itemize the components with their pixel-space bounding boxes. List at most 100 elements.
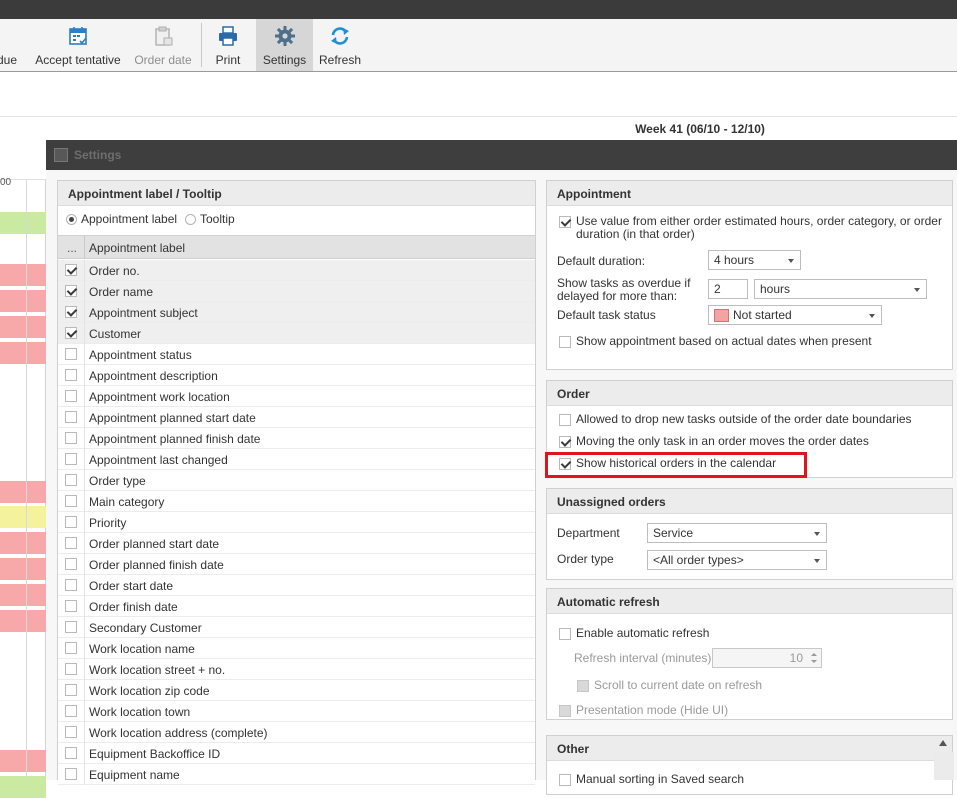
label-row-checkbox[interactable] [65,537,77,549]
label-grid-row[interactable]: Work location zip code [58,680,535,701]
department-dropdown[interactable]: Service [647,523,827,543]
label-grid-row[interactable]: Appointment description [58,365,535,386]
order-date-button[interactable]: Order date [130,19,196,71]
label-row-checkbox[interactable] [65,684,77,696]
use-value-checkbox[interactable] [559,216,571,228]
accept-tentative-button[interactable]: Accept tentative [30,19,126,71]
scrollbar-track[interactable] [934,752,954,780]
calendar-grid[interactable]: 00 [0,140,46,798]
spin-down-icon[interactable] [811,660,817,663]
label-grid-row[interactable]: Equipment name [58,764,535,785]
label-grid-row[interactable]: Work location name [58,638,535,659]
label-column-header[interactable]: Appointment label [89,241,185,255]
label-row-checkbox[interactable] [65,432,77,444]
allow-drop-checkbox[interactable] [559,414,571,426]
label-row-checkbox[interactable] [65,621,77,633]
cell-separator [84,617,85,638]
label-grid-row[interactable]: Main category [58,491,535,512]
label-grid-row[interactable]: Appointment last changed [58,449,535,470]
refresh-interval-spinner[interactable]: 10 [712,648,822,668]
calendar-appointment[interactable] [0,776,46,798]
label-row-checkbox[interactable] [65,369,77,381]
column-chooser-button[interactable]: ... [67,241,77,255]
label-row-checkbox[interactable] [65,558,77,570]
label-grid-row[interactable]: Secondary Customer [58,617,535,638]
calendar-appointment[interactable] [0,290,46,312]
label-grid-row[interactable]: Order planned start date [58,533,535,554]
label-grid-row[interactable]: Order start date [58,575,535,596]
label-grid-row[interactable]: Customer [58,323,535,344]
label-grid-row[interactable]: Appointment subject [58,302,535,323]
label-row-checkbox[interactable] [65,474,77,486]
calendar-appointment[interactable] [0,264,46,286]
label-grid-row[interactable]: Equipment Backoffice ID [58,743,535,764]
label-grid-row[interactable]: Appointment planned start date [58,407,535,428]
settings-button[interactable]: Settings [256,19,313,71]
label-grid-row[interactable]: Work location street + no. [58,659,535,680]
calendar-appointment[interactable] [0,558,46,580]
label-row-checkbox[interactable] [65,768,77,780]
label-grid-row[interactable]: Work location address (complete) [58,722,535,743]
label-row-checkbox[interactable] [65,600,77,612]
calendar-appointment[interactable] [0,342,46,364]
label-grid-row[interactable]: Appointment planned finish date [58,428,535,449]
calendar-appointment[interactable] [0,481,46,503]
print-button[interactable]: Print [203,19,253,71]
scroll-current-checkbox[interactable] [577,680,589,692]
overdue-amount-input[interactable]: 2 [708,279,748,299]
label-grid-row[interactable]: Order planned finish date [58,554,535,575]
actual-dates-checkbox[interactable] [559,336,571,348]
label-row-checkbox[interactable] [65,327,77,339]
enable-refresh-checkbox[interactable] [559,628,571,640]
calendar-appointment[interactable] [0,212,46,234]
tooltip-radio[interactable]: Tooltip [185,212,235,226]
label-row-checkbox[interactable] [65,264,77,276]
label-row-checkbox[interactable] [65,579,77,591]
label-row-checkbox[interactable] [65,663,77,675]
scroll-up-icon[interactable] [934,738,954,750]
label-grid-row[interactable]: Appointment work location [58,386,535,407]
label-grid-row[interactable]: Priority [58,512,535,533]
order-type-dropdown[interactable]: <All order types> [647,550,827,570]
label-grid-row[interactable]: Work location town [58,701,535,722]
label-row-checkbox[interactable] [65,390,77,402]
label-grid-row[interactable]: Appointment status [58,344,535,365]
label-row-checkbox[interactable] [65,285,77,297]
calendar-appointment[interactable] [0,750,46,772]
enable-refresh-label: Enable automatic refresh [576,626,710,640]
refresh-button[interactable]: Refresh [315,19,365,71]
label-row-text: Appointment planned finish date [89,432,261,446]
manual-sorting-checkbox[interactable] [559,774,571,786]
calendar-appointment[interactable] [0,506,46,528]
label-grid-row[interactable]: Order type [58,470,535,491]
calendar-appointment[interactable] [0,610,46,632]
label-row-checkbox[interactable] [65,726,77,738]
label-row-text: Work location town [89,705,191,719]
calendar-appointment[interactable] [0,584,46,606]
label-grid-row[interactable]: Order no. [58,260,535,281]
task-status-value: Not started [733,308,792,322]
label-row-checkbox[interactable] [65,411,77,423]
overdue-button[interactable]: due [0,19,24,71]
label-row-text: Work location name [89,642,195,656]
moving-only-checkbox[interactable] [559,436,571,448]
label-row-checkbox[interactable] [65,306,77,318]
task-status-dropdown[interactable]: Not started [708,305,882,325]
settings-title-bar: Settings [46,140,957,170]
appointment-label-radio[interactable]: Appointment label [66,212,177,226]
label-row-checkbox[interactable] [65,516,77,528]
presentation-mode-checkbox[interactable] [559,705,571,717]
label-grid-row[interactable]: Order finish date [58,596,535,617]
calendar-appointment[interactable] [0,316,46,338]
label-grid-row[interactable]: Order name [58,281,535,302]
label-row-checkbox[interactable] [65,453,77,465]
spin-up-icon[interactable] [811,653,817,656]
label-row-checkbox[interactable] [65,705,77,717]
label-row-checkbox[interactable] [65,642,77,654]
label-row-checkbox[interactable] [65,495,77,507]
label-row-checkbox[interactable] [65,747,77,759]
label-row-checkbox[interactable] [65,348,77,360]
overdue-unit-dropdown[interactable]: hours [754,279,927,299]
calendar-appointment[interactable] [0,532,46,554]
default-duration-dropdown[interactable]: 4 hours [708,250,801,270]
